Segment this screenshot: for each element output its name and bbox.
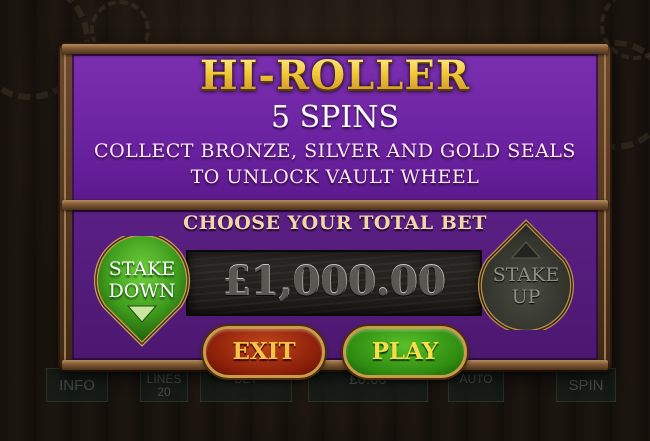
play-button[interactable]: PLAY [343, 326, 467, 378]
dialog-title: HI-ROLLER [72, 52, 598, 99]
stake-down-label: STAKE DOWN [108, 258, 176, 302]
spin-button: SPIN [556, 368, 616, 402]
lines-display: LINES 20 [140, 368, 188, 402]
spins-count: 5 SPINS [270, 100, 399, 135]
stake-down-button[interactable]: STAKE DOWN [92, 236, 192, 348]
frame-rail [62, 200, 608, 210]
stake-up-button[interactable]: STAKE UP [476, 218, 576, 330]
description-line-1: COLLECT BRONZE, SILVER AND GOLD SEALS [94, 140, 576, 162]
game-bottom-bar: INFO LINES 20 BET £0.00 AUTO SPIN [40, 368, 620, 402]
exit-button[interactable]: EXIT [203, 326, 325, 378]
frame-rail [62, 360, 608, 370]
bet-amount-value: £1,000.00 [222, 258, 446, 305]
stake-up-label: STAKE UP [492, 264, 560, 308]
autoplay-button: AUTO [448, 368, 504, 402]
info-button: INFO [46, 368, 108, 402]
description-line-2: TO UNLOCK VAULT WHEEL [190, 166, 480, 188]
